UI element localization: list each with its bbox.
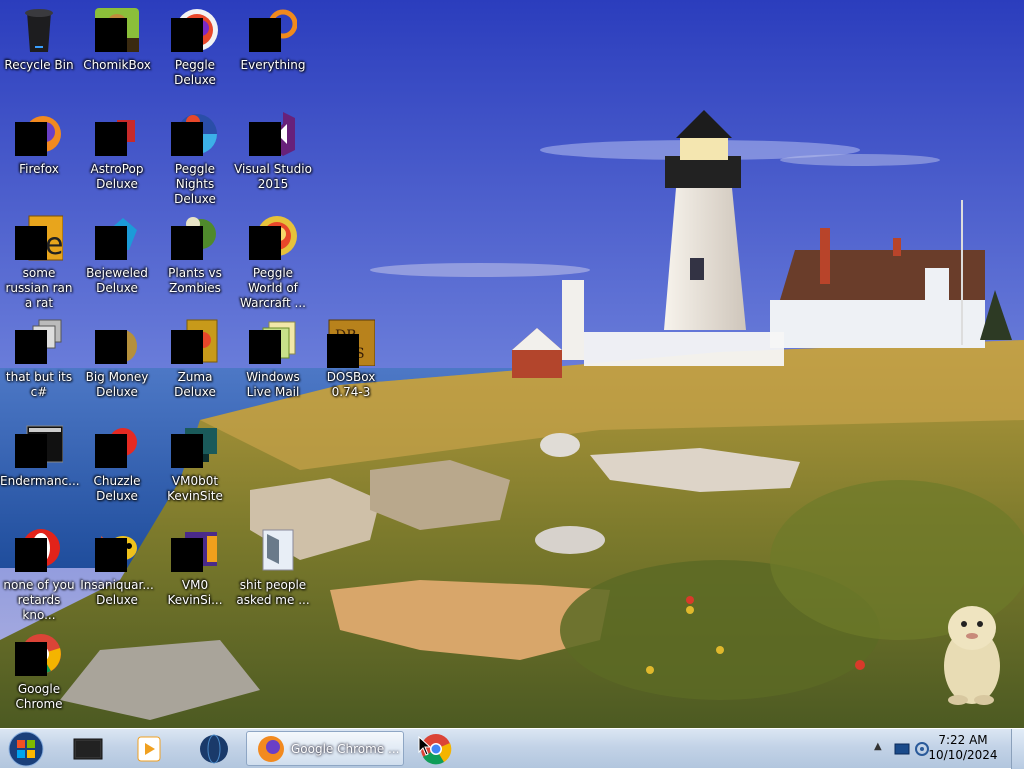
- desktop-icon-vm0b0t-kevinsite[interactable]: VM0b0t KevinSite: [156, 422, 234, 504]
- show-desktop-button[interactable]: [1011, 729, 1024, 769]
- chrome-icon: [15, 630, 63, 678]
- peggle-wow-icon: [249, 214, 297, 262]
- firefox-icon: [15, 110, 63, 158]
- icon-label: Visual Studio 2015: [234, 162, 312, 191]
- icon-label: Big Money Deluxe: [85, 370, 149, 399]
- desktop-icon-astropop[interactable]: AstroPop Deluxe: [78, 110, 156, 192]
- desktop-icon-zuma[interactable]: Zuma Deluxe: [156, 318, 234, 400]
- icon-label: Recycle Bin: [4, 58, 74, 72]
- chomikbox-icon: [93, 6, 141, 54]
- desktop-icon-firefox[interactable]: Firefox: [0, 110, 78, 177]
- bejeweled-icon: [93, 214, 141, 262]
- media-player-icon: [137, 736, 161, 762]
- task-label: Google Chrome ...: [291, 742, 400, 756]
- desktop-icon-some-russian-ran-a-rat[interactable]: e some russian ran a rat: [0, 214, 78, 311]
- icon-label: some russian ran a rat: [5, 266, 73, 310]
- icon-label: DOSBox 0.74-3: [326, 370, 376, 399]
- icon-label: Plants vs Zombies: [168, 266, 222, 295]
- recycle-bin-icon: [15, 6, 63, 54]
- desktop-icon-big-money[interactable]: Big Money Deluxe: [78, 318, 156, 400]
- insaniquarium-icon: [93, 526, 141, 574]
- desktop-icon-none-of-you[interactable]: none of you retards kno...: [0, 526, 78, 623]
- icon-label: Zuma Deluxe: [174, 370, 216, 399]
- desktop-icon-dosbox[interactable]: DBS DOSBox 0.74-3: [312, 318, 390, 400]
- icon-label: that but its c#: [5, 370, 73, 399]
- document-icon: [249, 526, 297, 574]
- icon-label: Chuzzle Deluxe: [93, 474, 141, 503]
- icon-label: VM0 KevinSi...: [167, 578, 223, 607]
- system-tray: ▲ 7:22 AM 10/10/2024: [864, 729, 1024, 769]
- mouse-cursor: [418, 736, 432, 756]
- icon-label: Google Chrome: [15, 682, 63, 711]
- peggle-deluxe-icon: [171, 6, 219, 54]
- clock-time: 7:22 AM: [938, 733, 988, 747]
- dosbox-icon: DBS: [327, 318, 376, 368]
- icon-label: shit people asked me ...: [236, 578, 310, 607]
- chuzzle-icon: [93, 422, 141, 470]
- firefox-icon: [258, 736, 284, 762]
- desktop-icon-google-chrome[interactable]: Google Chrome: [0, 630, 78, 712]
- desktop-icon-endermanc[interactable]: Endermanc...: [0, 422, 80, 489]
- desktop-icon-windows-live-mail[interactable]: Windows Live Mail: [234, 318, 312, 400]
- opera-icon: [15, 526, 63, 574]
- icon-label: Firefox: [19, 162, 59, 176]
- clock[interactable]: 7:22 AM 10/10/2024: [928, 733, 998, 763]
- plants-vs-zombies-icon: [171, 214, 219, 262]
- desktop-icon-vm0-kevinsi[interactable]: VM0 KevinSi...: [156, 526, 234, 608]
- vm2-icon: [171, 526, 219, 574]
- mail-icon: [249, 318, 297, 366]
- show-hidden-icons-chevron[interactable]: ▲: [874, 741, 882, 752]
- network-icon[interactable]: [894, 741, 910, 757]
- globe-browser-icon: [200, 734, 228, 764]
- icon-label: Bejeweled Deluxe: [86, 266, 148, 295]
- terminal-icon: [15, 422, 64, 470]
- desktop-icon-plants-vs-zombies[interactable]: Plants vs Zombies: [156, 214, 234, 296]
- icon-label: Peggle Deluxe: [174, 58, 216, 87]
- desktop-icon-peggle-deluxe[interactable]: Peggle Deluxe: [156, 6, 234, 88]
- desktop-icon-peggle-wow[interactable]: Peggle World of Warcraft ...: [234, 214, 312, 311]
- desktop-icon-insaniquarium[interactable]: Insaniquar... Deluxe: [78, 526, 156, 608]
- taskbar: Google Chrome ... ▲ 7:22 AM 10/10/2024: [0, 728, 1024, 769]
- visual-studio-icon: [249, 110, 297, 158]
- icon-label: Peggle Nights Deluxe: [174, 162, 216, 206]
- icon-label: Peggle World of Warcraft ...: [240, 266, 306, 310]
- icon-label: ChomikBox: [83, 58, 151, 72]
- money-bag-icon: [93, 318, 141, 366]
- stack-icon: [15, 318, 63, 366]
- desktop-icon-recycle-bin[interactable]: Recycle Bin: [0, 6, 78, 73]
- taskbar-task-google-chrome[interactable]: Google Chrome ...: [246, 731, 404, 766]
- icon-label: AstroPop Deluxe: [90, 162, 144, 191]
- media-center-icon: [73, 738, 103, 760]
- everything-search-icon: [249, 6, 298, 54]
- desktop-icon-that-but-its-csharp[interactable]: that but its c#: [0, 318, 78, 400]
- icon-label: Windows Live Mail: [246, 370, 300, 399]
- zuma-icon: [171, 318, 219, 366]
- icon-label: VM0b0t KevinSite: [167, 474, 223, 503]
- icon-label: Endermanc...: [0, 474, 80, 488]
- taskbar-pin-media-player[interactable]: [124, 731, 172, 766]
- desktop-icon-chuzzle[interactable]: Chuzzle Deluxe: [78, 422, 156, 504]
- icon-label: Insaniquar... Deluxe: [80, 578, 154, 607]
- icon-label: none of you retards kno...: [3, 578, 75, 622]
- file-e-icon: e: [15, 214, 64, 262]
- desktop-icon-peggle-nights[interactable]: Peggle Nights Deluxe: [156, 110, 234, 207]
- desktop-icon-visual-studio[interactable]: Visual Studio 2015: [234, 110, 312, 192]
- desktop-icon-bejeweled[interactable]: Bejeweled Deluxe: [78, 214, 156, 296]
- desktop-icon-chomikbox[interactable]: ChomikBox: [78, 6, 156, 73]
- clock-date: 10/10/2024: [928, 748, 998, 762]
- start-button[interactable]: [5, 731, 47, 767]
- vm-icon: [171, 422, 219, 470]
- peggle-nights-icon: [171, 110, 219, 158]
- hamster-desktop-pet[interactable]: [936, 600, 1006, 710]
- svg-text:e: e: [45, 227, 63, 262]
- taskbar-pin-media-center[interactable]: [64, 731, 112, 766]
- icon-label: Everything: [240, 58, 306, 72]
- taskbar-pin-globe-browser[interactable]: [190, 731, 238, 766]
- desktop-icon-everything[interactable]: Everything: [234, 6, 312, 73]
- desktop-icon-shit-people-asked[interactable]: shit people asked me ...: [234, 526, 312, 608]
- astropop-icon: [93, 110, 141, 158]
